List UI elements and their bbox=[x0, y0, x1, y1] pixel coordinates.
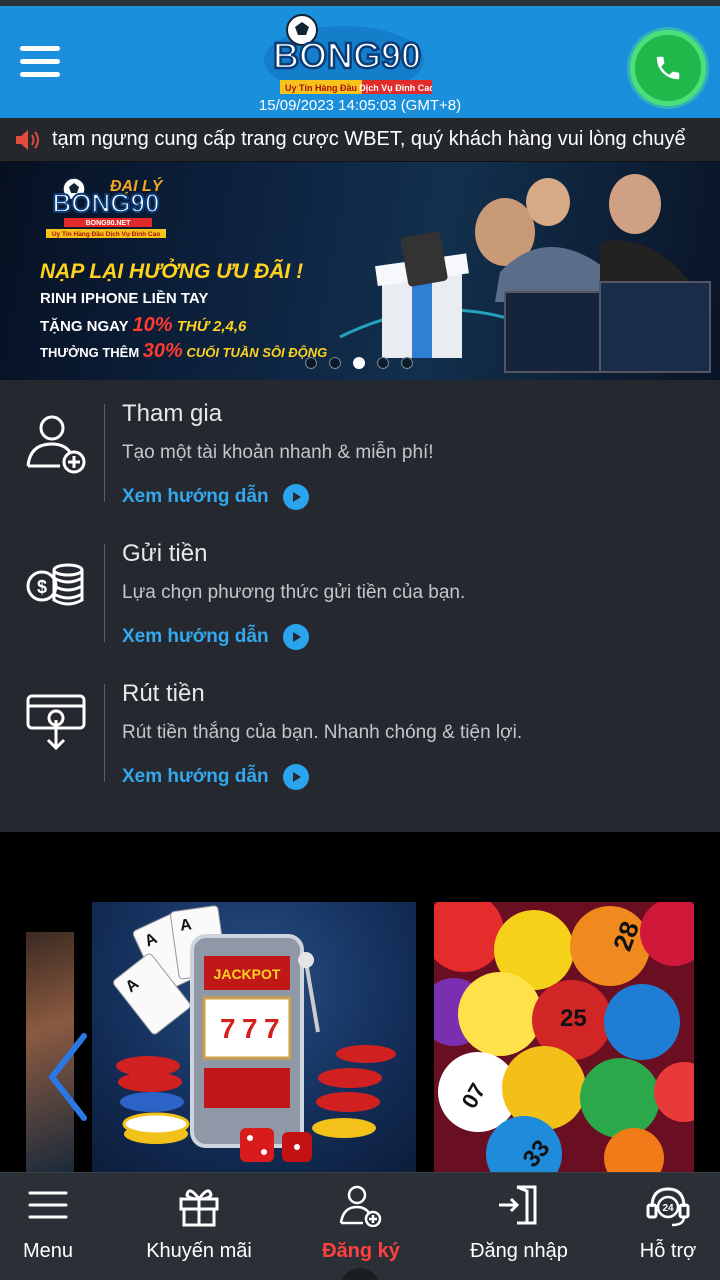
banner-line-4: THƯỞNG THÊM 30% CUỐI TUẦN SÔI ĐỘNG bbox=[40, 340, 328, 362]
announcement-bar: tạm ngưng cung cấp trang cược WBET, quý … bbox=[0, 118, 720, 162]
lottery-balls-illustration: 28 25 07 33 bbox=[434, 902, 694, 1172]
svg-text:Dịch Vụ Đỉnh Cao: Dịch Vụ Đỉnh Cao bbox=[359, 83, 432, 93]
step-deposit: $ Gửi tiền Lựa chọn phương thức gửi tiền… bbox=[0, 520, 720, 660]
nav-label: Hỗ trợ bbox=[639, 1240, 697, 1262]
banner-line-3: TẶNG NGAY 10% THỨ 2,4,6 bbox=[40, 314, 247, 336]
svg-text:Uy Tín Hàng Đầu: Uy Tín Hàng Đầu bbox=[285, 83, 357, 93]
agency-label: ĐẠI LÝ bbox=[110, 178, 163, 195]
step-desc: Tạo một tài khoản nhanh & miễn phí! bbox=[122, 442, 434, 463]
divider bbox=[104, 544, 105, 642]
banner-headline: NẠP LẠI HƯỞNG ƯU ĐÃI ! bbox=[40, 260, 304, 283]
carousel-dot[interactable] bbox=[329, 357, 341, 369]
hamburger-menu-icon[interactable] bbox=[20, 46, 60, 80]
support-24-icon: 24 bbox=[646, 1187, 690, 1227]
step-title: Tham gia bbox=[122, 400, 223, 427]
menu-icon bbox=[28, 1191, 68, 1219]
how-to-steps: Tham gia Tạo một tài khoản nhanh & miễn … bbox=[0, 380, 720, 832]
banner-line-2: RINH IPHONE LIỀN TAY bbox=[40, 290, 209, 307]
carousel-dot[interactable] bbox=[401, 357, 413, 369]
svg-text:JACKPOT: JACKPOT bbox=[214, 966, 281, 982]
play-icon bbox=[282, 484, 309, 510]
play-icon bbox=[282, 764, 309, 790]
svg-text:7: 7 bbox=[264, 1013, 280, 1044]
speaker-icon bbox=[16, 130, 39, 150]
svg-text:24: 24 bbox=[662, 1203, 674, 1214]
step-desc: Rút tiền thắng của bạn. Nhanh chóng & ti… bbox=[122, 722, 523, 743]
add-user-icon bbox=[339, 1185, 382, 1228]
games-carousel: A A A JACKPOT 7 7 7 28 25 07 33 bbox=[0, 832, 720, 1172]
carousel-dot-active[interactable] bbox=[353, 357, 365, 369]
nav-register[interactable]: Đăng ký bbox=[289, 1183, 433, 1263]
carousel-prev-arrow-icon[interactable] bbox=[44, 1032, 94, 1122]
chip-stack-right bbox=[312, 1045, 396, 1138]
nav-label: Đăng nhập bbox=[470, 1240, 568, 1262]
chip-stack-left bbox=[116, 1056, 190, 1144]
coins-icon: $ bbox=[26, 563, 84, 606]
nav-support[interactable]: 24 Hỗ trợ bbox=[596, 1183, 720, 1263]
bong90-logo[interactable]: BONG90 Uy Tín Hàng Đầu Dịch Vụ Đỉnh Cao bbox=[262, 10, 432, 100]
carousel-dot[interactable] bbox=[305, 357, 317, 369]
announcement-text[interactable]: tạm ngưng cung cấp trang cược WBET, quý … bbox=[52, 128, 704, 151]
server-datetime: 15/09/2023 14:05:03 (GMT+8) bbox=[258, 97, 462, 114]
carousel-dot[interactable] bbox=[377, 357, 389, 369]
step-title: Rút tiền bbox=[122, 680, 205, 707]
nav-label: Đăng ký bbox=[322, 1240, 400, 1262]
svg-text:7: 7 bbox=[220, 1013, 236, 1044]
svg-text:BONG90.NET: BONG90.NET bbox=[86, 220, 131, 227]
nav-label: Menu bbox=[22, 1240, 74, 1262]
step-title: Gửi tiền bbox=[122, 540, 208, 567]
view-guide-link[interactable]: Xem hướng dẫn bbox=[122, 624, 309, 650]
svg-text:BONG90: BONG90 bbox=[273, 35, 421, 76]
carousel-dots bbox=[305, 357, 413, 369]
withdraw-icon bbox=[26, 694, 86, 751]
game-card-slots[interactable]: A A A JACKPOT 7 7 7 bbox=[92, 902, 416, 1172]
svg-text:7: 7 bbox=[242, 1013, 258, 1044]
play-icon bbox=[282, 624, 309, 650]
add-user-icon bbox=[26, 415, 86, 474]
gift-icon bbox=[179, 1189, 219, 1227]
svg-text:25: 25 bbox=[560, 1005, 587, 1032]
call-button[interactable] bbox=[630, 30, 706, 106]
slot-machine-illustration: A A A JACKPOT 7 7 7 bbox=[113, 905, 396, 1162]
nav-menu[interactable]: Menu bbox=[0, 1183, 120, 1263]
phone-icon bbox=[656, 56, 680, 80]
nav-login[interactable]: Đăng nhập bbox=[447, 1183, 591, 1263]
login-icon bbox=[499, 1185, 537, 1225]
view-guide-link[interactable]: Xem hướng dẫn bbox=[122, 484, 309, 510]
divider bbox=[104, 404, 105, 502]
nav-label: Khuyến mãi bbox=[146, 1240, 252, 1262]
divider bbox=[104, 684, 105, 782]
svg-text:$: $ bbox=[37, 577, 47, 597]
svg-text:Uy Tín Hàng Đầu Dịch Vụ Đỉnh C: Uy Tín Hàng Đầu Dịch Vụ Đỉnh Cao bbox=[52, 229, 160, 238]
app-header: BONG90 Uy Tín Hàng Đầu Dịch Vụ Đỉnh Cao … bbox=[0, 0, 720, 118]
view-guide-link[interactable]: Xem hướng dẫn bbox=[122, 764, 309, 790]
bottom-navigation: Menu Khuyến mãi Đăng ký Đăng nhập 24 Hỗ … bbox=[0, 1172, 720, 1280]
step-withdraw: Rút tiền Rút tiền thắng của bạn. Nhanh c… bbox=[0, 660, 720, 800]
game-card-lottery[interactable]: 28 25 07 33 bbox=[434, 902, 694, 1172]
step-join: Tham gia Tạo một tài khoản nhanh & miễn … bbox=[0, 380, 720, 520]
nav-promotions[interactable]: Khuyến mãi bbox=[127, 1183, 271, 1263]
promo-banner[interactable]: BONG90 BONG90.NET Uy Tín Hàng Đầu Dịch V… bbox=[0, 162, 720, 380]
step-desc: Lựa chọn phương thức gửi tiền của bạn. bbox=[122, 582, 466, 603]
